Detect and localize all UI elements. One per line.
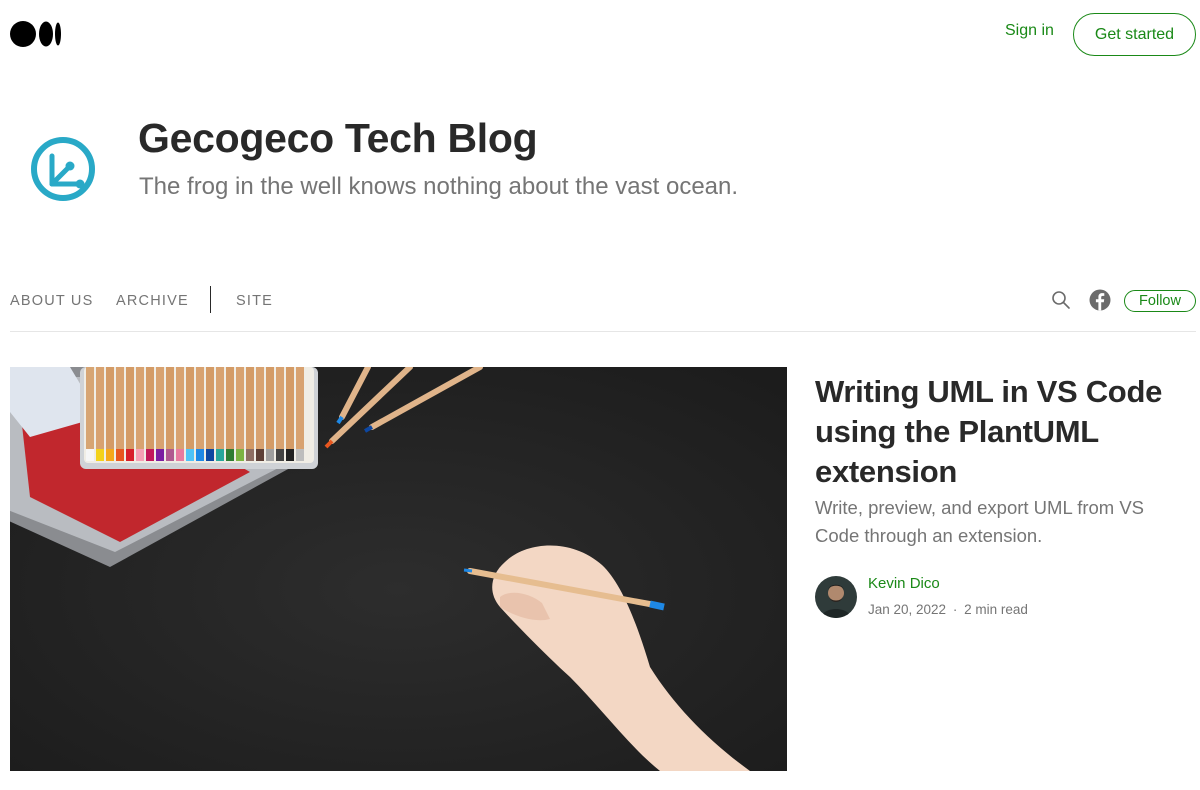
blog-nav: ABOUT US ARCHIVE SITE Follow xyxy=(0,280,1200,332)
get-started-button[interactable]: Get started xyxy=(1073,13,1196,56)
pencils-on-dark-background-image xyxy=(10,367,787,771)
article-title[interactable]: Writing UML in VS Code using the PlantUM… xyxy=(815,372,1190,492)
article-feature-image[interactable] xyxy=(10,367,787,771)
article-subtitle[interactable]: Write, preview, and export UML from VS C… xyxy=(815,494,1190,550)
search-icon[interactable] xyxy=(1051,290,1071,310)
author-avatar[interactable] xyxy=(815,576,857,618)
meta-separator: · xyxy=(952,602,958,617)
nav-item-site[interactable]: SITE xyxy=(236,293,273,309)
top-bar: Sign in Get started xyxy=(0,0,1200,70)
article-meta: Jan 20, 2022 · 2 min read xyxy=(868,602,1028,617)
follow-button[interactable]: Follow xyxy=(1124,290,1196,312)
facebook-icon[interactable] xyxy=(1089,289,1111,311)
publish-date: Jan 20, 2022 xyxy=(868,602,947,617)
sign-in-link[interactable]: Sign in xyxy=(1005,22,1054,40)
blog-logo-icon[interactable] xyxy=(28,134,98,204)
blog-tagline: The frog in the well knows nothing about… xyxy=(139,173,739,200)
blog-title[interactable]: Gecogeco Tech Blog xyxy=(138,115,538,162)
nav-divider-line xyxy=(10,331,1196,332)
nav-divider xyxy=(210,286,211,313)
nav-item-about-us[interactable]: ABOUT US xyxy=(10,293,93,309)
read-time: 2 min read xyxy=(964,602,1028,617)
nav-item-archive[interactable]: ARCHIVE xyxy=(116,293,189,309)
medium-logo-icon[interactable] xyxy=(10,21,62,47)
author-name[interactable]: Kevin Dico xyxy=(868,575,940,592)
